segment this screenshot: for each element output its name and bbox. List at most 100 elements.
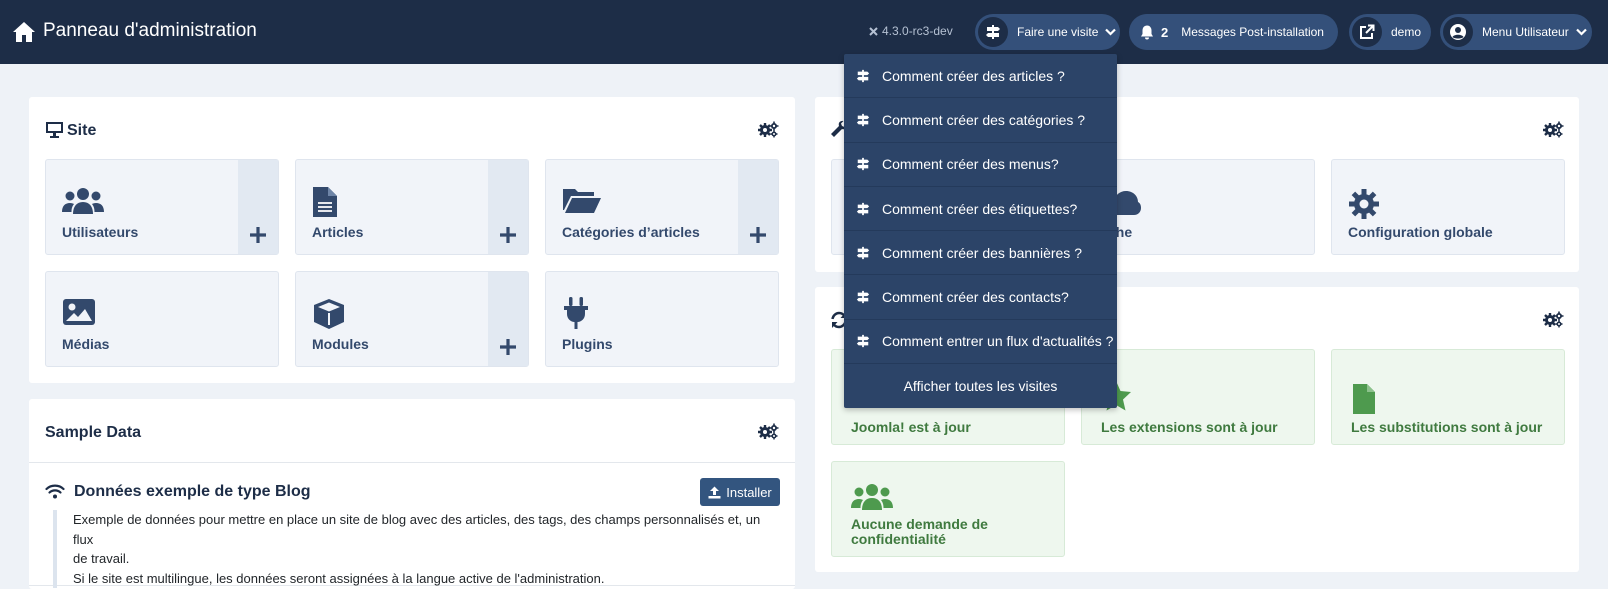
user-menu-label: Menu Utilisateur <box>1482 25 1569 39</box>
top-header: Panneau d'administration 4.3.0-rc3-dev F… <box>0 0 1608 64</box>
tour-label: Faire une visite <box>1017 25 1099 39</box>
signs-icon <box>978 17 1008 47</box>
tile-articles[interactable]: Articles <box>295 159 529 255</box>
signs-icon <box>856 158 870 171</box>
tile-users[interactable]: Utilisateurs <box>45 159 279 255</box>
messages-count-badge: 2 <box>1161 24 1169 40</box>
gears-icon[interactable] <box>758 423 779 440</box>
tour-menu-item[interactable]: Comment créer des étiquettes? <box>844 187 1117 232</box>
tile-label: Articles <box>312 224 364 240</box>
description-line: Exemple de données pour mettre en place … <box>73 512 761 547</box>
home-icon[interactable] <box>12 21 36 43</box>
plus-icon <box>500 339 516 355</box>
tour-menu-item-label: Comment créer des articles ? <box>882 67 1065 84</box>
tour-menu-item-label: Comment créer des contacts? <box>882 289 1069 306</box>
tile-label: Joomla! est à jour <box>851 419 971 435</box>
page-title: Panneau d'administration <box>43 20 257 41</box>
file-icon <box>1353 384 1375 414</box>
users-icon <box>851 484 893 510</box>
signs-icon <box>856 69 870 82</box>
tile-overrides-up-to-date[interactable]: Les substitutions sont à jour <box>1331 349 1565 445</box>
messages-label: Messages Post-installation <box>1181 25 1324 39</box>
gears-icon[interactable] <box>758 121 779 138</box>
blog-sample-title: Données exemple de type Blog <box>74 483 311 500</box>
bell-icon <box>1136 17 1158 47</box>
version-label: 4.3.0-rc3-dev <box>868 24 953 38</box>
add-article-button[interactable] <box>488 160 528 254</box>
tour-menu-item-label: Comment créer des bannières ? <box>882 244 1082 261</box>
gears-icon[interactable] <box>1543 121 1564 138</box>
show-all-tours-label: Afficher toutes les visites <box>903 378 1058 395</box>
users-icon <box>62 188 104 214</box>
plug-icon <box>564 297 588 329</box>
tile-label-line: confidentialité <box>851 531 946 547</box>
wifi-icon <box>45 484 65 499</box>
user-menu-button[interactable]: Menu Utilisateur <box>1440 14 1592 50</box>
tour-menu-item[interactable]: Comment créer des contacts? <box>844 275 1117 320</box>
tour-menu-item-label: Comment créer des catégories ? <box>882 111 1086 128</box>
tile-label: Modules <box>312 336 369 352</box>
tour-menu-item[interactable]: Comment créer des catégories ? <box>844 98 1117 143</box>
tour-menu-item[interactable]: Comment créer des menus? <box>844 143 1117 187</box>
add-module-button[interactable] <box>488 272 528 366</box>
take-tour-button[interactable]: Faire une visite <box>975 14 1120 50</box>
tour-menu-item[interactable]: Comment créer des bannières ? <box>844 231 1117 276</box>
tile-label-line: Aucune demande de <box>851 516 988 532</box>
tile-article-categories[interactable]: Catégories d’articles <box>545 159 779 255</box>
signs-icon <box>856 246 870 259</box>
tile-plugins[interactable]: Plugins <box>545 271 779 367</box>
tour-menu-item[interactable]: Comment créer des articles ? <box>844 54 1117 99</box>
plus-icon <box>250 227 266 243</box>
gears-icon[interactable] <box>1543 311 1564 328</box>
description-line: Si le site est multilingue, les données … <box>73 570 605 586</box>
tile-label: Les extensions sont à jour <box>1101 419 1278 435</box>
external-link-icon <box>1352 17 1382 47</box>
tile-media[interactable]: Médias <box>45 271 279 367</box>
tile-modules[interactable]: Modules <box>295 271 529 367</box>
tour-menu-item-label: Comment créer des étiquettes? <box>882 200 1078 217</box>
view-site-button[interactable]: demo <box>1349 14 1431 50</box>
signs-icon <box>856 202 870 215</box>
file-icon <box>313 187 337 217</box>
tile-label: Médias <box>62 336 110 352</box>
description-line: de travail. <box>73 551 130 566</box>
joomla-icon <box>869 26 878 36</box>
tile-label: Catégories d’articles <box>562 224 700 240</box>
user-circle-icon <box>1443 17 1473 47</box>
tile-label: Plugins <box>562 336 613 352</box>
tour-dropdown-menu: Comment créer des articles ? Comment cré… <box>844 54 1117 409</box>
add-user-button[interactable] <box>238 160 278 254</box>
signs-icon <box>856 291 870 304</box>
folder-open-icon <box>563 189 601 213</box>
tile-label: Configuration globale <box>1348 224 1493 240</box>
sample-data-title: Sample Data <box>45 424 142 441</box>
tile-label: Utilisateurs <box>62 224 139 240</box>
cube-icon <box>314 299 344 329</box>
gear-icon <box>1349 189 1379 219</box>
install-button[interactable]: Installer <box>700 478 780 506</box>
plus-icon <box>750 227 766 243</box>
desktop-icon <box>46 122 63 138</box>
chevron-down-icon <box>1105 28 1117 36</box>
signs-icon <box>856 335 870 348</box>
plus-icon <box>500 227 516 243</box>
install-label: Installer <box>726 484 772 500</box>
chevron-down-icon <box>1575 28 1587 36</box>
tour-menu-item-label: Comment entrer un flux d'actualités ? <box>882 333 1114 350</box>
tile-global-configuration[interactable]: Configuration globale <box>1331 159 1565 255</box>
tile-privacy-requests[interactable]: Aucune demande de confidentialité <box>831 461 1065 557</box>
divider <box>29 462 795 463</box>
image-icon <box>63 299 95 325</box>
site-card-title: Site <box>67 122 97 139</box>
tile-label: Les substitutions sont à jour <box>1351 419 1543 435</box>
post-install-messages-button[interactable]: 2 Messages Post-installation <box>1129 14 1338 50</box>
site-label: demo <box>1391 25 1422 39</box>
show-all-tours-link[interactable]: Afficher toutes les visites <box>844 364 1117 408</box>
upload-icon <box>708 486 721 498</box>
tour-menu-item[interactable]: Comment entrer un flux d'actualités ? <box>844 320 1117 365</box>
version-text: 4.3.0-rc3-dev <box>882 24 953 38</box>
add-category-button[interactable] <box>738 160 778 254</box>
signs-icon <box>856 113 870 127</box>
tile-label: Aucune demande de confidentialité <box>851 517 988 547</box>
tour-menu-item-label: Comment créer des menus? <box>882 156 1059 173</box>
